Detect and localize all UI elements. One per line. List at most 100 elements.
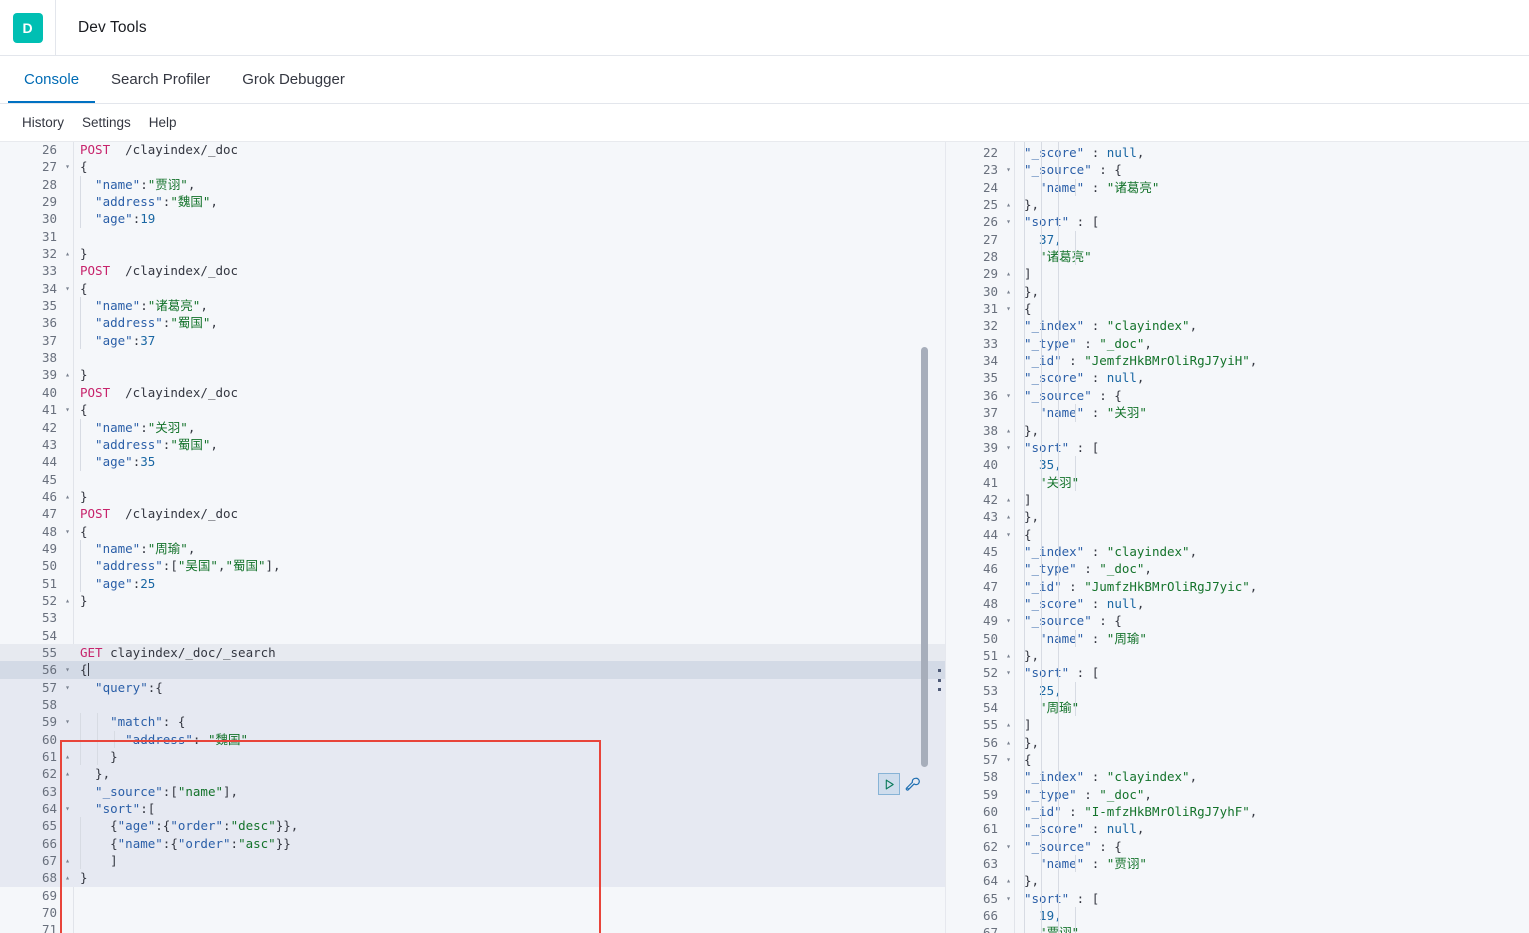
code-line[interactable]: 42 ▴] — [946, 490, 1529, 509]
fold-expand-icon[interactable]: ▴ — [62, 592, 73, 609]
wrench-icon[interactable] — [903, 774, 921, 794]
code-line[interactable]: 38 — [0, 349, 945, 366]
code-line[interactable]: 57 ▾ { — [946, 751, 1529, 769]
code-line[interactable]: 66 {"name":{"order":"asc"}} — [0, 834, 945, 853]
fold-expand-icon[interactable]: ▴ — [1003, 734, 1014, 751]
code-line[interactable]: 33 POST /clayindex/_doc — [0, 262, 945, 279]
fold-collapse-icon[interactable]: ▾ — [62, 800, 73, 817]
fold-collapse-icon[interactable]: ▾ — [1003, 439, 1014, 456]
code-line[interactable]: 32 "_index" : "clayindex", — [946, 317, 1529, 335]
code-line[interactable]: 46 ▴} — [0, 488, 945, 505]
fold-collapse-icon[interactable]: ▾ — [1003, 664, 1014, 681]
code-line[interactable]: 39 ▾ "sort" : [ — [946, 438, 1529, 457]
fold-collapse-icon[interactable]: ▾ — [62, 523, 73, 540]
code-line[interactable]: 48 "_score" : null, — [946, 594, 1529, 613]
code-line[interactable]: 48 ▾ { — [0, 523, 945, 540]
code-line[interactable]: 47 POST /clayindex/_doc — [0, 505, 945, 522]
code-line[interactable]: 61 "_score" : null, — [946, 820, 1529, 838]
code-line[interactable]: 45 "_index" : "clayindex", — [946, 542, 1529, 561]
code-line[interactable]: 27 ▾ { — [0, 158, 945, 175]
fold-expand-icon[interactable]: ▴ — [1003, 196, 1014, 213]
fold-expand-icon[interactable]: ▴ — [62, 366, 73, 383]
fold-expand-icon[interactable]: ▴ — [62, 852, 73, 869]
code-line[interactable]: 44 "age":35 — [0, 453, 945, 471]
code-line[interactable]: 57 ▾ "query":{ — [0, 678, 945, 696]
code-line[interactable]: 59 ▾ "match": { — [0, 713, 945, 731]
code-line[interactable]: 40 POST /clayindex/_doc — [0, 384, 945, 401]
subnav-item-help[interactable]: Help — [149, 115, 177, 130]
code-line[interactable]: 28 "name":"贾诩", — [0, 175, 945, 194]
fold-collapse-icon[interactable]: ▾ — [1003, 751, 1014, 768]
fold-collapse-icon[interactable]: ▾ — [62, 713, 73, 730]
fold-expand-icon[interactable]: ▴ — [1003, 716, 1014, 733]
code-line[interactable]: 29 ▴] — [946, 265, 1529, 283]
code-line[interactable]: 41 "关羽" — [946, 473, 1529, 491]
code-line[interactable]: 55 ▴] — [946, 716, 1529, 734]
code-line[interactable]: 63 "name" : "贾诩" — [946, 855, 1529, 873]
code-line[interactable]: 58 — [0, 696, 945, 714]
fold-expand-icon[interactable]: ▴ — [62, 488, 73, 505]
code-line[interactable]: 65 ▾ "sort" : [ — [946, 889, 1529, 908]
code-line[interactable]: 61 ▴ } — [0, 748, 945, 766]
code-line[interactable]: 26 ▾ "sort" : [ — [946, 213, 1529, 231]
code-line[interactable]: 71 — [0, 921, 945, 933]
fold-expand-icon[interactable]: ▴ — [62, 765, 73, 782]
fold-expand-icon[interactable]: ▴ — [62, 245, 73, 262]
request-code[interactable]: 26 POST /clayindex/_doc 27 ▾{28 "name":"贾诩"… — [0, 142, 945, 933]
code-line[interactable]: 28 "诸葛亮" — [946, 248, 1529, 266]
code-line[interactable]: 45 — [0, 471, 945, 488]
fold-expand-icon[interactable]: ▴ — [1003, 508, 1014, 525]
code-line[interactable]: 42 "name":"关羽", — [0, 418, 945, 436]
code-line[interactable]: 64 ▴}, — [946, 872, 1529, 890]
fold-expand-icon[interactable]: ▴ — [1003, 265, 1014, 282]
code-line[interactable]: 32 ▴} — [0, 245, 945, 262]
code-line[interactable]: 53 25, — [946, 681, 1529, 699]
code-line[interactable]: 47 "_id" : "JumfzHkBMrOliRgJ7yic", — [946, 577, 1529, 595]
code-line[interactable]: 68 ▴} — [0, 869, 945, 887]
code-line[interactable]: 29 "address":"魏国", — [0, 193, 945, 211]
code-line[interactable]: 35 "name":"诸葛亮", — [0, 297, 945, 315]
fold-collapse-icon[interactable]: ▾ — [1003, 526, 1014, 543]
code-line[interactable]: 37 "name" : "关羽" — [946, 404, 1529, 422]
code-line[interactable]: 26 POST /clayindex/_doc — [0, 142, 945, 158]
app-logo-cell[interactable]: D — [0, 0, 56, 56]
subnav-item-history[interactable]: History — [22, 115, 64, 130]
code-line[interactable]: 51 ▴}, — [946, 646, 1529, 665]
code-line[interactable]: 59 "_type" : "_doc", — [946, 785, 1529, 804]
code-line[interactable]: 25 ▴}, — [946, 196, 1529, 214]
code-line[interactable]: 54 — [0, 627, 945, 644]
fold-collapse-icon[interactable]: ▾ — [62, 158, 73, 175]
code-line[interactable]: 62 ▴ }, — [0, 765, 945, 783]
code-line[interactable]: 43 ▴}, — [946, 508, 1529, 526]
code-line[interactable]: 55 GET clayindex/_doc/_search — [0, 643, 945, 662]
fold-collapse-icon[interactable]: ▾ — [1003, 890, 1014, 907]
code-line[interactable]: 33 "_type" : "_doc", — [946, 334, 1529, 353]
fold-expand-icon[interactable]: ▴ — [1003, 647, 1014, 664]
code-line[interactable]: 60 "_id" : "I-mfzHkBMrOliRgJ7yhF", — [946, 803, 1529, 821]
code-line[interactable]: 39 ▴} — [0, 366, 945, 383]
code-line[interactable]: 27 37, — [946, 230, 1529, 249]
fold-expand-icon[interactable]: ▴ — [1003, 872, 1014, 889]
code-line[interactable]: 63 "_source":["name"], — [0, 782, 945, 801]
code-line[interactable]: 49 ▾"_source" : { — [946, 612, 1529, 630]
tab-console[interactable]: Console — [8, 56, 96, 103]
response-code[interactable]: 22"_score" : null,23▾"_source" : {24 "na… — [946, 144, 1529, 933]
fold-collapse-icon[interactable]: ▾ — [1003, 300, 1014, 317]
code-line[interactable]: 50 "name" : "周瑜" — [946, 629, 1529, 647]
code-line[interactable]: 37 "age":37 — [0, 331, 945, 350]
code-line[interactable]: 34 ▾ { — [0, 280, 945, 297]
fold-collapse-icon[interactable]: ▾ — [1003, 213, 1014, 230]
tab-search-profiler[interactable]: Search Profiler — [95, 56, 226, 103]
fold-expand-icon[interactable]: ▴ — [62, 869, 73, 886]
fold-collapse-icon[interactable]: ▾ — [62, 661, 73, 678]
code-line[interactable]: 54 "周瑜" — [946, 699, 1529, 717]
fold-collapse-icon[interactable]: ▾ — [62, 280, 73, 297]
code-line[interactable]: 49 "name":"周瑜", — [0, 539, 945, 558]
code-line[interactable]: 31 — [0, 228, 945, 245]
fold-collapse-icon[interactable]: ▾ — [62, 401, 73, 418]
fold-collapse-icon[interactable]: ▾ — [62, 679, 73, 696]
fold-expand-icon[interactable]: ▴ — [1003, 491, 1014, 508]
play-icon[interactable] — [878, 773, 900, 795]
code-line[interactable]: 50 "address":["吴国","蜀国"], — [0, 557, 945, 575]
code-line[interactable]: 46 "_type" : "_doc", — [946, 560, 1529, 578]
